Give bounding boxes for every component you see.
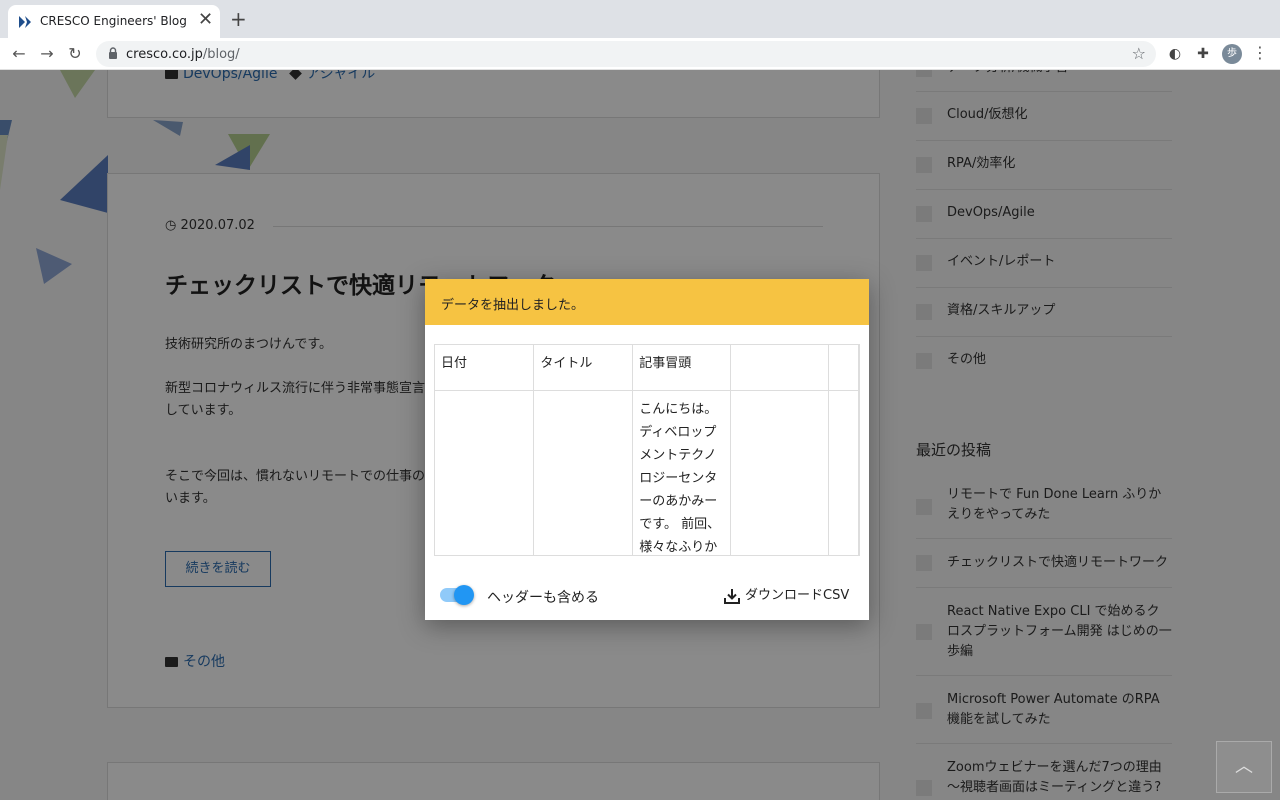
tab-close-icon[interactable]: ✕	[198, 11, 213, 29]
browser-menu-icon[interactable]: ⋮	[1252, 43, 1268, 62]
column-header: 記事冒頭	[632, 345, 732, 391]
dialog-header: データを抽出しました。	[425, 279, 869, 325]
data-table-container[interactable]: 日付 タイトル 記事冒頭 こんにちは。ディベロップメントテクノロジーセンターのあ…	[434, 344, 860, 556]
table-cell: こんにちは。ディベロップメントテクノロジーセンターのあかみーです。 前回、様々な…	[632, 390, 732, 555]
table-cell	[828, 390, 859, 555]
url-host: cresco.co.jp	[126, 47, 203, 62]
bookmark-star-icon[interactable]: ☆	[1132, 44, 1146, 63]
browser-tab-bar: CRESCO Engineers' Blog ✕ +	[0, 0, 1280, 38]
download-csv-label: ダウンロードCSV	[745, 588, 850, 603]
puzzle-extensions-icon[interactable]: ✚	[1193, 44, 1213, 64]
column-header: 日付	[435, 345, 535, 391]
new-tab-button[interactable]: +	[230, 9, 247, 29]
back-arrow-icon[interactable]: ←	[8, 43, 30, 65]
data-table: 日付 タイトル 記事冒頭 こんにちは。ディベロップメントテクノロジーセンターのあ…	[435, 345, 859, 555]
lock-icon	[109, 47, 117, 59]
reload-icon[interactable]: ↻	[64, 43, 86, 65]
include-header-toggle[interactable]	[440, 585, 474, 605]
chevron-up-icon: ︿	[1235, 756, 1253, 777]
profile-avatar[interactable]: 歩	[1222, 44, 1242, 64]
column-header: タイトル	[533, 345, 634, 391]
table-cell	[435, 390, 535, 555]
table-cell	[730, 390, 829, 555]
table-row: こんにちは。ディベロップメントテクノロジーセンターのあかみーです。 前回、様々な…	[435, 390, 859, 555]
download-icon	[724, 588, 740, 604]
url-path: /blog/	[202, 47, 240, 62]
table-cell	[533, 390, 634, 555]
table-header-row: 日付 タイトル 記事冒頭	[435, 345, 859, 391]
toggle-knob	[454, 585, 474, 605]
dialog-title: データを抽出しました。	[441, 298, 585, 313]
url-text: cresco.co.jp/blog/	[126, 47, 240, 62]
include-header-label: ヘッダーも含める	[487, 590, 599, 606]
address-bar[interactable]: cresco.co.jp/blog/ ☆	[96, 41, 1156, 67]
extension-icon[interactable]: ◐	[1165, 44, 1185, 64]
browser-toolbar: ← → ↻ cresco.co.jp/blog/ ☆ ◐ ✚	[0, 38, 1280, 70]
browser-tab[interactable]: CRESCO Engineers' Blog ✕	[8, 5, 220, 38]
cresco-favicon-icon	[19, 16, 31, 28]
download-csv-button[interactable]: ダウンロードCSV	[723, 584, 849, 608]
extract-data-dialog: データを抽出しました。 日付 タイトル 記事冒頭 こんにちは。ディベロップメント…	[425, 279, 869, 620]
forward-arrow-icon[interactable]: →	[36, 43, 58, 65]
scroll-to-top-button[interactable]: ︿	[1216, 741, 1272, 793]
column-header	[730, 345, 829, 391]
tab-title: CRESCO Engineers' Blog	[40, 14, 187, 28]
column-header	[828, 345, 859, 391]
